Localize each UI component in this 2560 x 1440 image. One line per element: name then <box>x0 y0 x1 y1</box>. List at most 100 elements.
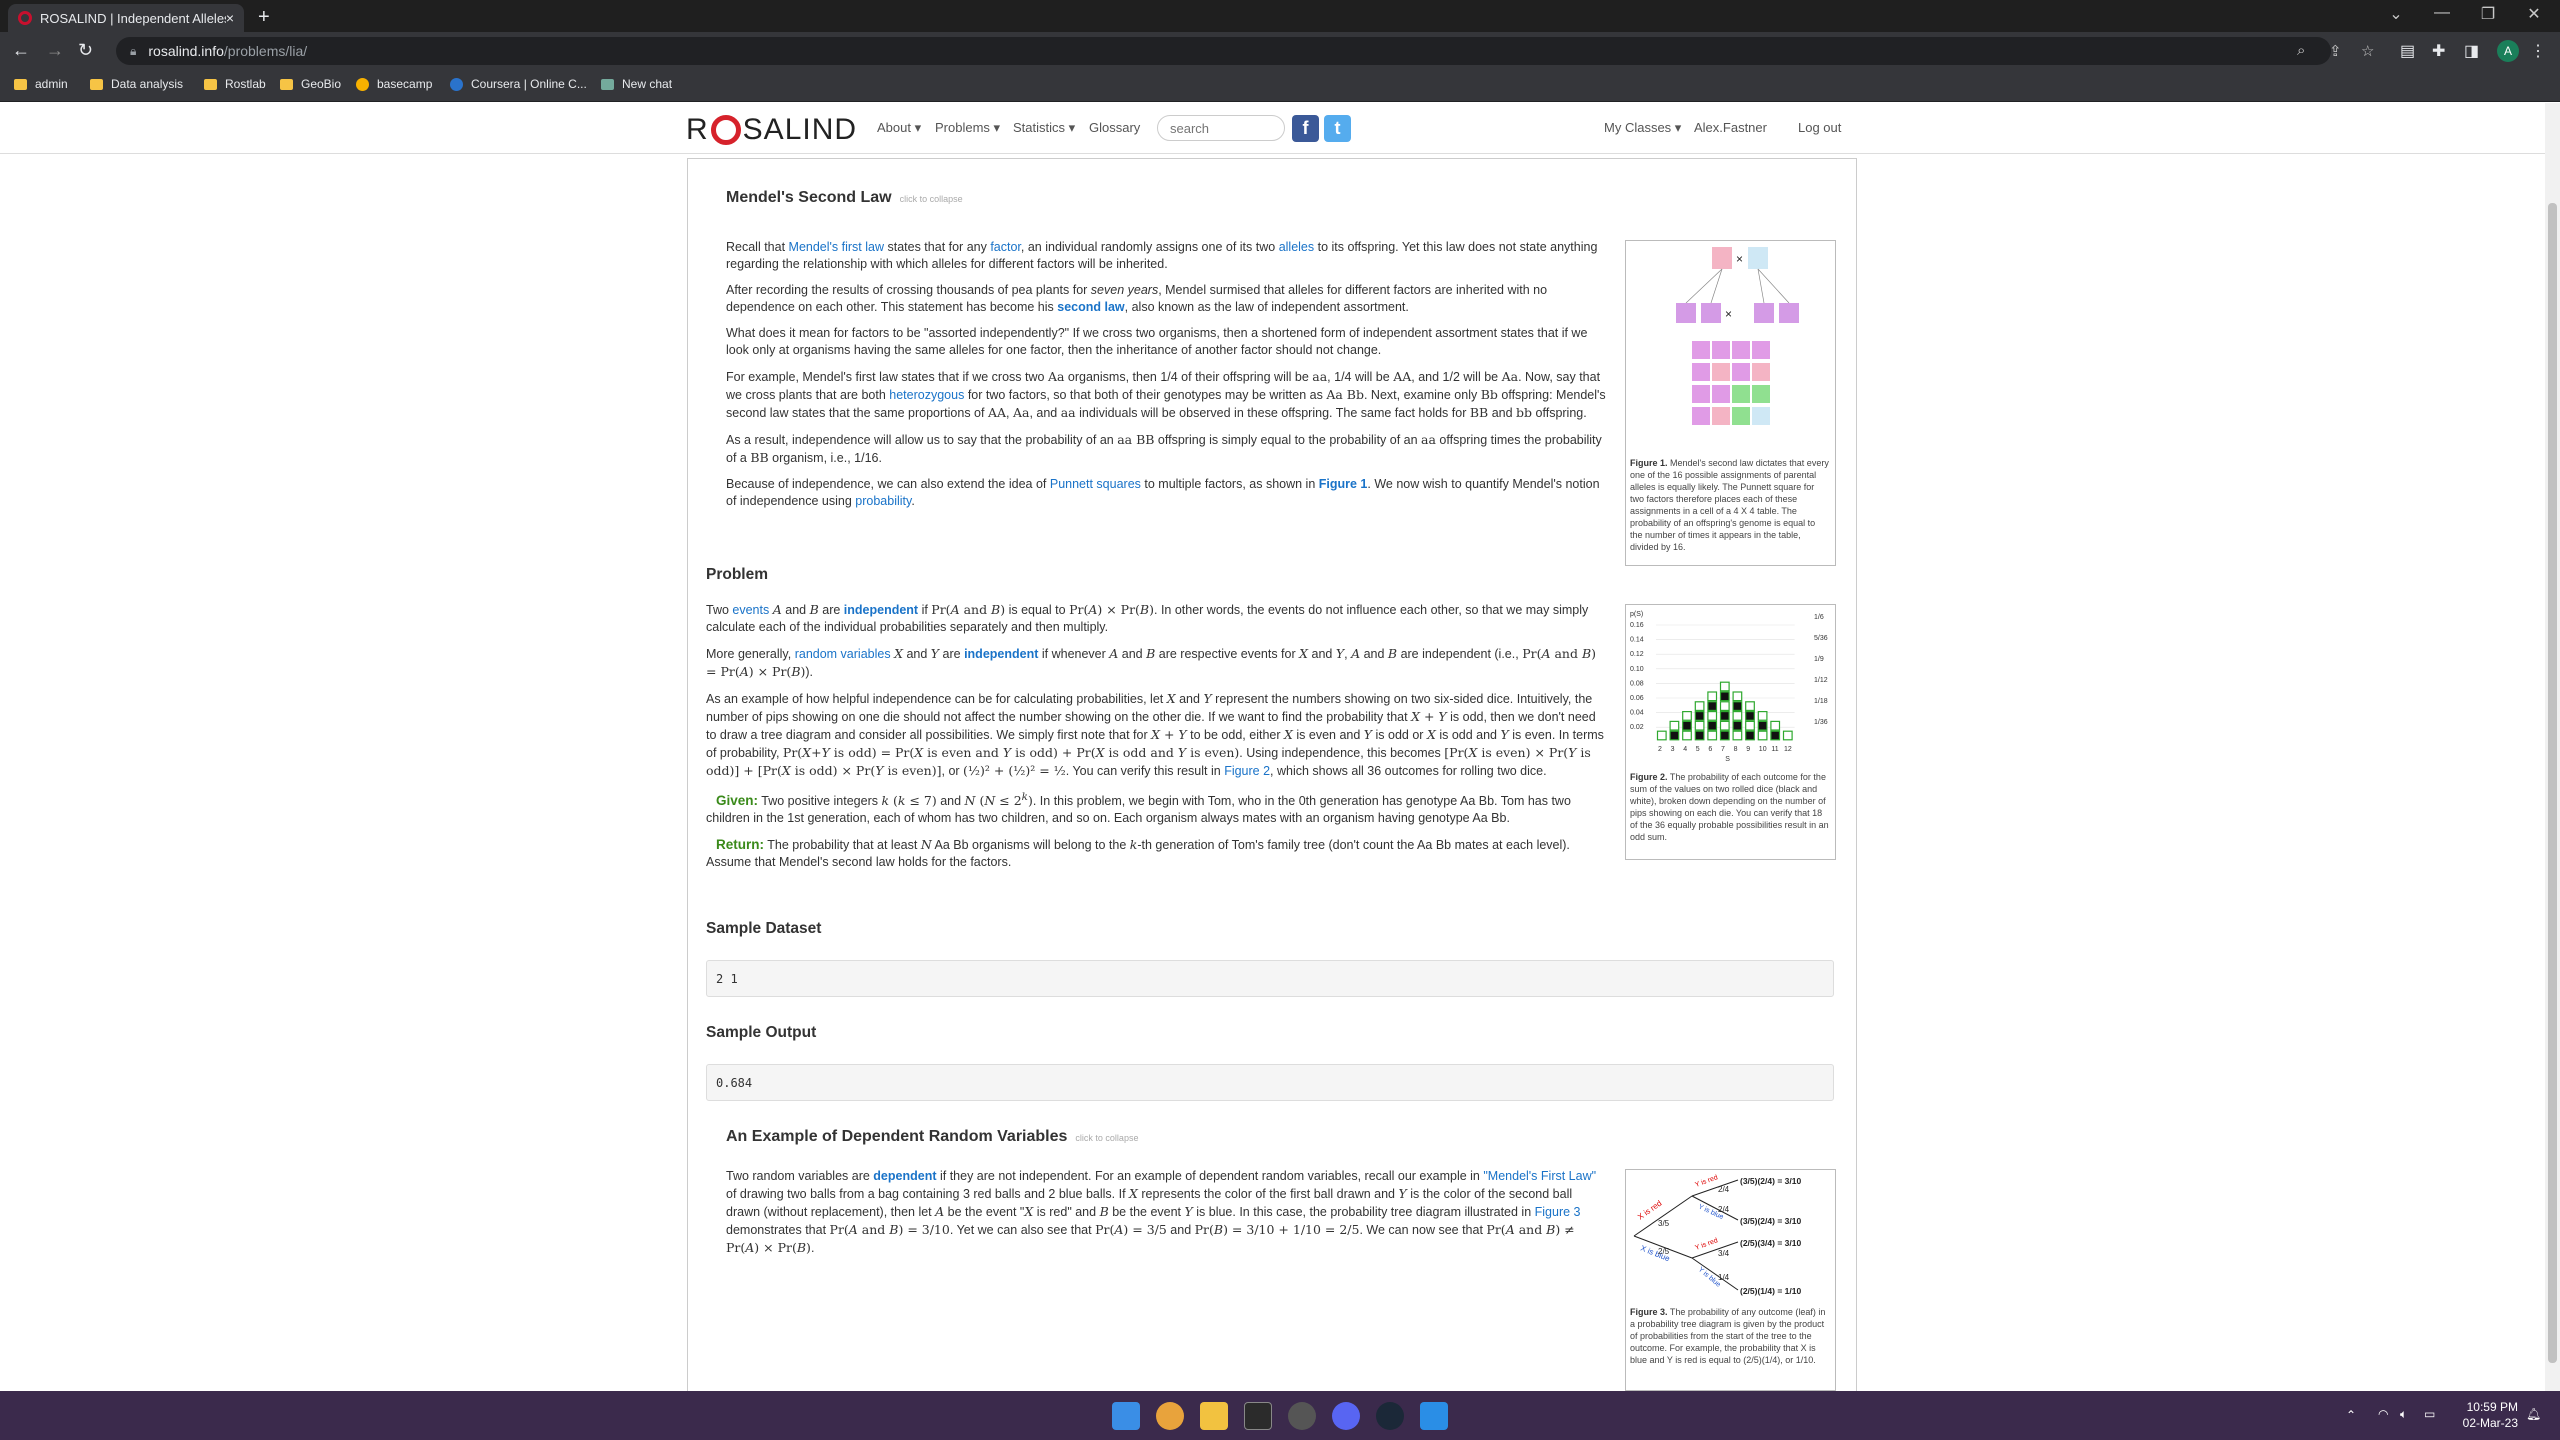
bookmark-geobio[interactable]: GeoBio <box>280 77 341 91</box>
dice-outcome-cell <box>1682 730 1692 741</box>
extensions-puzzle-icon[interactable]: ✚ <box>2432 41 2445 61</box>
bookmark-rostlab[interactable]: Rostlab <box>204 77 266 91</box>
figure-2-caption: Figure 2. The probability of each outcom… <box>1630 772 1829 842</box>
tab-search-icon[interactable]: ⌄ <box>2374 4 2418 24</box>
logout-link[interactable]: Log out <box>1798 120 1841 135</box>
terminal-icon[interactable] <box>1244 1402 1272 1430</box>
rosalind-logo[interactable]: R SALIND <box>686 113 857 147</box>
zoom-icon[interactable]: ⌕ <box>2297 42 2305 59</box>
x-tick-label: 6 <box>1708 746 1712 753</box>
site-navbar: R SALIND About ▾ Problems ▾ Statistics ▾… <box>0 103 2545 154</box>
nav-about[interactable]: About ▾ <box>877 120 921 136</box>
restore-button[interactable]: ❐ <box>2466 4 2510 24</box>
y-tick-label: 0.06 <box>1630 695 1644 702</box>
github-icon[interactable] <box>1288 1402 1316 1430</box>
tab-close-icon[interactable]: × <box>226 10 234 26</box>
link-factor[interactable]: factor <box>990 240 1021 254</box>
minimize-button[interactable]: — <box>2420 4 2464 22</box>
x-axis-label: S <box>1725 756 1730 763</box>
side-panel-icon[interactable]: ◨ <box>2464 41 2479 61</box>
dice-outcome-cell <box>1707 730 1718 741</box>
tray-chevron-icon[interactable]: ⌃ <box>2346 1408 2356 1422</box>
branch-probability: 3/4 <box>1718 1249 1730 1258</box>
link-events[interactable]: events <box>732 603 769 617</box>
nav-statistics[interactable]: Statistics ▾ <box>1013 120 1075 136</box>
volume-icon[interactable]: 🔈︎ <box>2400 1407 2407 1422</box>
menu-kebab-icon[interactable]: ⋮ <box>2530 41 2546 61</box>
wifi-icon[interactable]: ◠ <box>2378 1407 2388 1421</box>
scrollbar-thumb[interactable] <box>2548 203 2557 1363</box>
new-tab-button[interactable]: + <box>258 6 270 29</box>
collapse-toggle[interactable]: click to collapse <box>900 194 963 204</box>
dice-outcome-cell <box>1732 730 1743 741</box>
punnett-grid <box>1692 341 1770 425</box>
x-tick-label: 9 <box>1746 746 1750 753</box>
bookmark-label: admin <box>35 77 68 91</box>
link-mendels-first-law-2[interactable]: "Mendel's First Law" <box>1483 1169 1596 1183</box>
bookmark-coursera[interactable]: Coursera | Online C... <box>450 77 587 91</box>
nav-my-classes[interactable]: My Classes ▾ <box>1604 120 1681 136</box>
link-probability[interactable]: probability <box>855 494 911 508</box>
link-figure-1[interactable]: Figure 1 <box>1319 477 1368 491</box>
sample-dataset-box[interactable]: 2 1 <box>706 960 1834 997</box>
figure-1-caption: Figure 1. Mendel's second law dictates t… <box>1630 458 1829 552</box>
dice-outcome-cell <box>1694 720 1705 731</box>
link-independent[interactable]: independent <box>844 603 918 617</box>
share-icon[interactable]: ⇪ <box>2329 42 2342 60</box>
start-windows-icon[interactable] <box>1112 1402 1140 1430</box>
dice-outcome-cell <box>1656 730 1667 741</box>
link-random-variables[interactable]: random variables <box>795 647 891 661</box>
page-scrollbar[interactable] <box>2545 103 2560 1391</box>
vscode-icon[interactable] <box>1420 1402 1448 1430</box>
chrome-icon[interactable] <box>1156 1402 1184 1430</box>
leaf-label: (3/5)(2/4) = 3/10 <box>1740 1216 1801 1226</box>
twitter-icon[interactable]: t <box>1324 115 1351 142</box>
leaf-label: (3/5)(2/4) = 3/10 <box>1740 1176 1801 1186</box>
link-punnett-squares[interactable]: Punnett squares <box>1050 477 1141 491</box>
clock[interactable]: 10:59 PM 02-Mar-23 <box>2458 1399 2518 1431</box>
user-name-link[interactable]: Alex.Fastner <box>1694 120 1767 135</box>
link-figure-2[interactable]: Figure 2 <box>1224 764 1270 778</box>
link-independent-2[interactable]: independent <box>964 647 1038 661</box>
reading-list-icon[interactable]: ▤ <box>2400 41 2415 61</box>
nav-glossary[interactable]: Glossary <box>1089 120 1140 135</box>
bookmark-star-icon[interactable]: ☆ <box>2361 42 2374 60</box>
logo-text-right: SALIND <box>742 113 858 146</box>
nav-label: About <box>877 120 911 135</box>
browser-tab[interactable]: ROSALIND | Independent Alleles × <box>8 4 244 32</box>
sample-output-box[interactable]: 0.684 <box>706 1064 1834 1101</box>
y-tick-label: 0.08 <box>1630 680 1644 687</box>
close-window-button[interactable]: ✕ <box>2512 4 2556 24</box>
bookmark-basecamp[interactable]: basecamp <box>356 77 432 91</box>
forward-arrow-icon[interactable]: → <box>46 40 64 61</box>
bookmark-data-analysis[interactable]: Data analysis <box>90 77 183 91</box>
notification-bell-icon[interactable]: 🔔︎ <box>2526 1407 2541 1421</box>
reload-icon[interactable]: ↻ <box>78 40 93 61</box>
facebook-icon[interactable]: f <box>1292 115 1319 142</box>
site-search-input[interactable] <box>1157 115 1285 141</box>
link-second-law[interactable]: second law <box>1057 300 1124 314</box>
address-bar[interactable]: 🔒︎ rosalind.info/problems/lia/ <box>116 37 2331 65</box>
back-arrow-icon[interactable]: ← <box>12 40 30 61</box>
collapse-toggle[interactable]: click to collapse <box>1075 1133 1138 1143</box>
link-dependent[interactable]: dependent <box>873 1169 936 1183</box>
profile-avatar[interactable]: A <box>2497 40 2519 62</box>
section-title[interactable]: Mendel's Second Law click to collapse <box>726 189 1606 207</box>
paragraph: More generally, random variables X and Y… <box>706 646 1597 679</box>
bookmark-admin[interactable]: admin <box>14 77 68 91</box>
battery-icon[interactable]: ▭ <box>2424 1407 2435 1421</box>
browser-toolbar: ← → ↻ 🔒︎ rosalind.info/problems/lia/ ⌕ ⇪… <box>0 32 2560 70</box>
link-alleles[interactable]: alleles <box>1279 240 1314 254</box>
link-heterozygous[interactable]: heterozygous <box>889 388 964 402</box>
bookmark-new-chat[interactable]: New chat <box>601 77 672 91</box>
link-mendels-first-law[interactable]: Mendel's first law <box>789 240 884 254</box>
link-figure-3[interactable]: Figure 3 <box>1535 1205 1581 1219</box>
discord-icon[interactable] <box>1332 1402 1360 1430</box>
nav-problems[interactable]: Problems ▾ <box>935 120 1000 136</box>
problem-heading: Problem <box>706 566 769 583</box>
section-title[interactable]: An Example of Dependent Random Variables… <box>726 1128 1606 1146</box>
file-explorer-icon[interactable] <box>1200 1402 1228 1430</box>
branch-label: Y is red <box>1694 1174 1719 1189</box>
x-tick-label: 7 <box>1721 746 1725 753</box>
steam-icon[interactable] <box>1376 1402 1404 1430</box>
